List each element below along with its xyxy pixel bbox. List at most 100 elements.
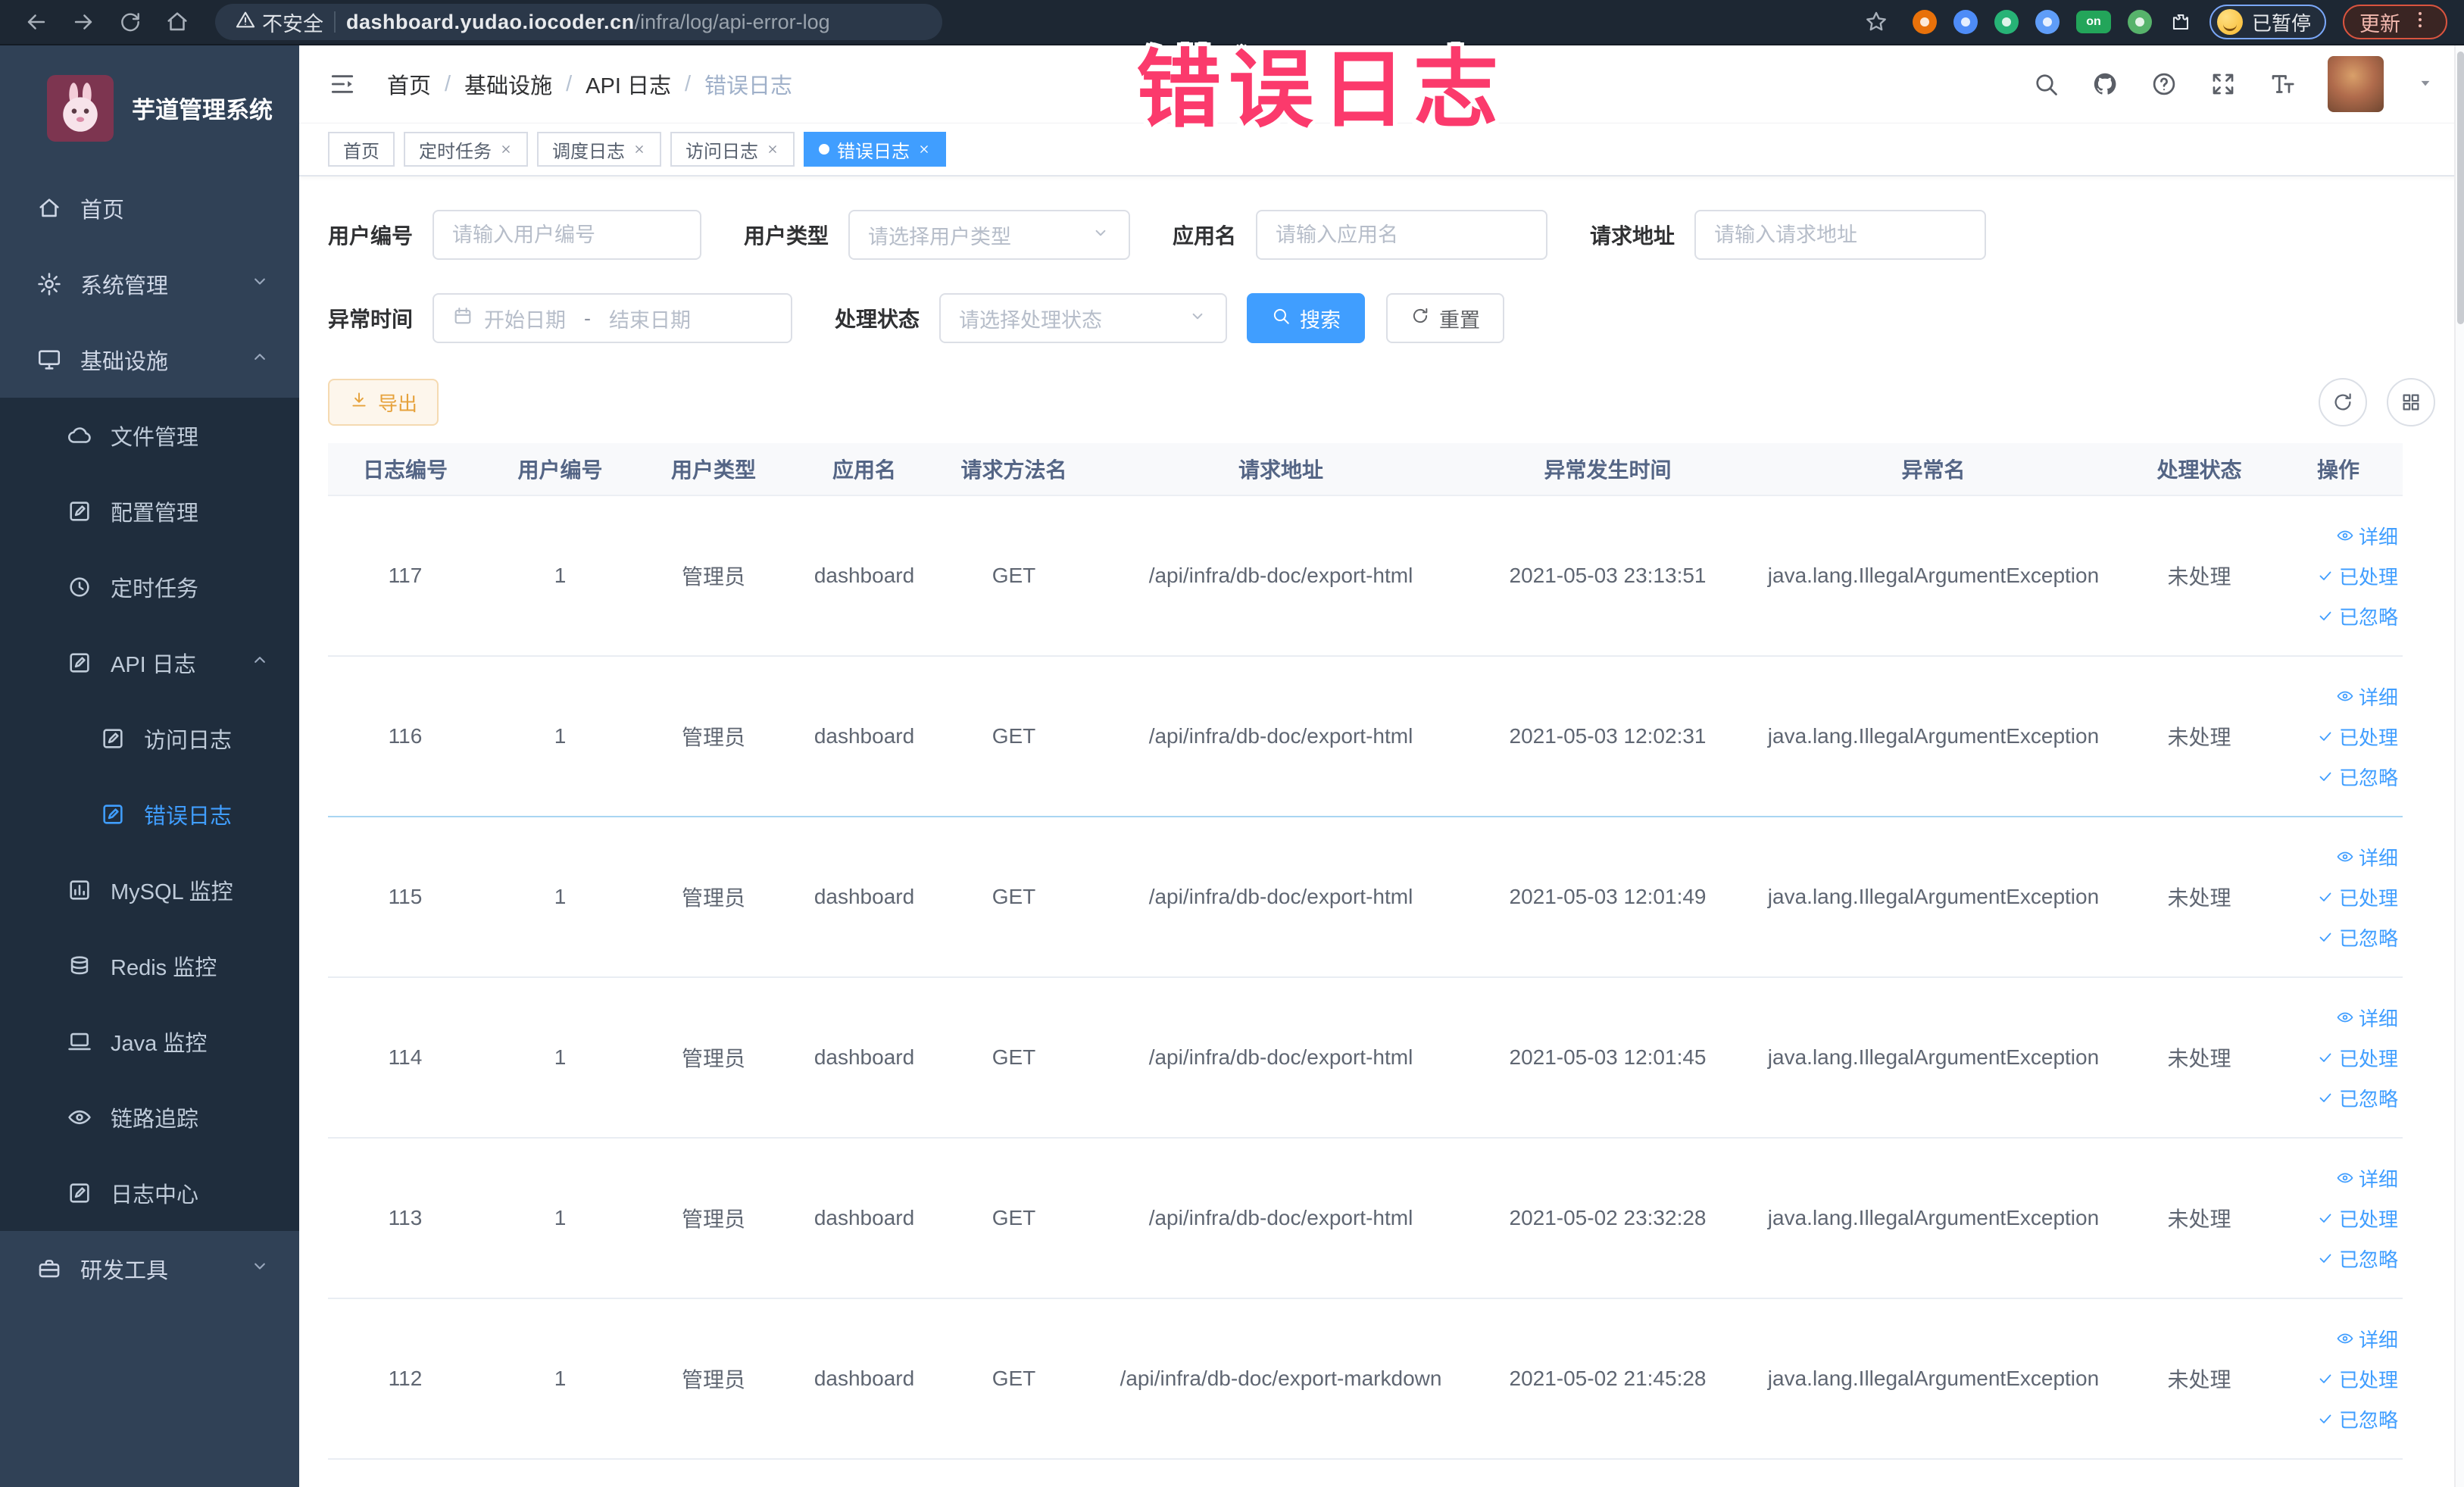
sidebar-item-4[interactable]: 配置管理 — [0, 473, 299, 549]
app-name-input-field[interactable] — [1276, 223, 1529, 247]
sidebar-item-7[interactable]: 访问日志 — [0, 701, 299, 776]
eye-icon — [2337, 530, 2353, 541]
sidebar-item-label: 访问日志 — [144, 729, 233, 753]
fullscreen-icon[interactable] — [2209, 70, 2237, 98]
exception-time-range-picker[interactable]: 开始日期 - 结束日期 — [433, 293, 793, 343]
close-icon[interactable] — [499, 142, 513, 156]
user-type-select[interactable]: 请选择用户类型 — [848, 210, 1131, 260]
puzzle-icon[interactable] — [2169, 10, 2193, 34]
action-已忽略[interactable]: 已忽略 — [2316, 1084, 2398, 1112]
paused-extension-badge[interactable]: 已暂停 — [2209, 5, 2326, 39]
breadcrumb-item[interactable]: 基础设施 — [464, 68, 552, 100]
cell-time: 2021-05-03 23:13:51 — [1509, 564, 1707, 587]
column-settings-button[interactable] — [2387, 378, 2435, 426]
scrollbar-thumb[interactable] — [2457, 52, 2464, 324]
address-bar[interactable]: 不安全 dashboard.yudao.iocoder.cn/infra/log… — [215, 4, 942, 40]
adblock-icon[interactable] — [1912, 10, 1937, 34]
action-已忽略[interactable]: 已忽略 — [2316, 923, 2398, 951]
browser-home-button[interactable] — [158, 2, 197, 42]
green-check-icon[interactable] — [1994, 10, 2019, 34]
action-已忽略[interactable]: 已忽略 — [2316, 763, 2398, 791]
switch-on-icon[interactable]: on — [2075, 11, 2111, 33]
close-icon[interactable] — [632, 142, 646, 156]
search-icon[interactable] — [2032, 70, 2060, 98]
eye-icon — [2337, 1012, 2353, 1023]
action-详细[interactable]: 详细 — [2336, 843, 2398, 871]
action-已处理[interactable]: 已处理 — [2316, 1204, 2398, 1232]
security-warning[interactable]: 不安全 — [235, 8, 323, 37]
action-已忽略[interactable]: 已忽略 — [2316, 1405, 2398, 1433]
browser-update-button[interactable]: 更新 — [2343, 5, 2447, 39]
check-icon — [2319, 772, 2331, 781]
export-button[interactable]: 导出 — [328, 379, 439, 426]
cell-user_id: 1 — [554, 1367, 567, 1390]
action-详细[interactable]: 详细 — [2336, 1004, 2398, 1032]
action-已忽略[interactable]: 已忽略 — [2316, 602, 2398, 630]
tag-调度日志[interactable]: 调度日志 — [537, 132, 661, 167]
bookmark-star-icon[interactable] — [1857, 2, 1896, 42]
action-详细[interactable]: 详细 — [2336, 1164, 2398, 1192]
app-logo-row[interactable]: 芋道管理系统 — [0, 45, 299, 170]
action-已处理[interactable]: 已处理 — [2316, 723, 2398, 751]
tag-访问日志[interactable]: 访问日志 — [670, 132, 795, 167]
avatar-caret-down-icon[interactable] — [2416, 73, 2435, 96]
sidebar-item-2[interactable]: 基础设施 — [0, 322, 299, 398]
sidebar-item-12[interactable]: 链路追踪 — [0, 1079, 299, 1155]
action-已处理[interactable]: 已处理 — [2316, 1044, 2398, 1072]
leaf-icon[interactable] — [2127, 10, 2152, 34]
user-avatar[interactable] — [2328, 56, 2384, 112]
sidebar-item-3[interactable]: 文件管理 — [0, 398, 299, 473]
shield-icon[interactable] — [1953, 10, 1978, 34]
cell-user_id: 1 — [554, 885, 567, 908]
sidebar-item-14[interactable]: 研发工具 — [0, 1231, 299, 1307]
github-icon[interactable] — [2091, 70, 2119, 98]
reset-button[interactable]: 重置 — [1386, 293, 1505, 343]
cell-exception: java.lang.IllegalArgumentException — [1767, 1367, 2100, 1390]
font-size-icon[interactable] — [2269, 70, 2296, 98]
sidebar-item-9[interactable]: MySQL 监控 — [0, 852, 299, 928]
user-id-input-field[interactable] — [452, 223, 682, 247]
user-id-input[interactable] — [433, 210, 702, 260]
tag-错误日志[interactable]: 错误日志 — [804, 132, 946, 167]
close-icon[interactable] — [917, 142, 931, 156]
sidebar-item-0[interactable]: 首页 — [0, 170, 299, 246]
process-status-select[interactable]: 请选择处理状态 — [939, 293, 1228, 343]
sidebar-item-5[interactable]: 定时任务 — [0, 549, 299, 625]
request-url-input[interactable] — [1694, 210, 1987, 260]
search-button[interactable]: 搜索 — [1247, 293, 1366, 343]
process-status-label: 处理状态 — [835, 308, 920, 331]
close-icon[interactable] — [766, 142, 779, 156]
request-url-input-field[interactable] — [1714, 223, 1967, 247]
action-详细[interactable]: 详细 — [2336, 1325, 2398, 1353]
browser-reload-button[interactable] — [111, 2, 150, 42]
action-详细[interactable]: 详细 — [2336, 522, 2398, 550]
action-已忽略[interactable]: 已忽略 — [2316, 1245, 2398, 1273]
action-已处理[interactable]: 已处理 — [2316, 562, 2398, 590]
refresh-table-button[interactable] — [2319, 378, 2367, 426]
breadcrumb-item[interactable]: 首页 — [387, 68, 431, 100]
app-name-input[interactable] — [1256, 210, 1548, 260]
browser-forward-button[interactable] — [64, 2, 103, 42]
browser-back-button[interactable] — [17, 2, 56, 42]
sidebar-item-6[interactable]: API 日志 — [0, 625, 299, 701]
sidebar-item-label: 系统管理 — [80, 274, 169, 298]
sidebar-item-8[interactable]: 错误日志 — [0, 776, 299, 852]
tag-定时任务[interactable]: 定时任务 — [404, 132, 528, 167]
help-icon[interactable] — [2150, 70, 2178, 98]
sidebar-item-10[interactable]: Redis 监控 — [0, 928, 299, 1004]
vertical-scrollbar[interactable] — [2454, 45, 2464, 1487]
kebab-menu-icon[interactable] — [2409, 9, 2431, 36]
sidebar-item-13[interactable]: 日志中心 — [0, 1155, 299, 1231]
sidebar-collapse-button[interactable] — [328, 70, 357, 98]
sidebar-item-1[interactable]: 系统管理 — [0, 246, 299, 322]
breadcrumb-separator: / — [445, 71, 451, 96]
breadcrumb-item[interactable]: API 日志 — [586, 68, 671, 100]
tag-首页[interactable]: 首页 — [328, 132, 395, 167]
action-已处理[interactable]: 已处理 — [2316, 883, 2398, 911]
column-header: 用户类型 — [670, 458, 756, 482]
cell-app_name: dashboard — [814, 724, 915, 748]
grid-icon[interactable] — [2035, 10, 2060, 34]
action-详细[interactable]: 详细 — [2336, 683, 2398, 711]
sidebar-item-11[interactable]: Java 监控 — [0, 1004, 299, 1079]
action-已处理[interactable]: 已处理 — [2316, 1365, 2398, 1393]
